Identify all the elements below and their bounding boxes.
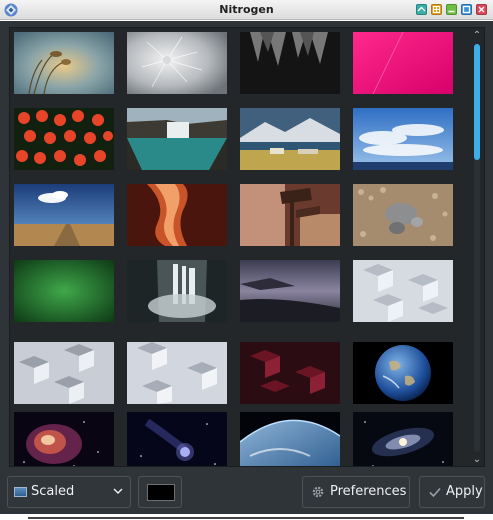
thumb-pink-fabric[interactable]	[353, 32, 453, 94]
thumb-white-cubes-1[interactable]	[353, 260, 453, 322]
thumb-earth-horizon[interactable]	[240, 412, 340, 466]
keep-above-icon	[433, 6, 440, 13]
thumb-waterfall-canyon[interactable]	[127, 108, 227, 170]
keep-above-button[interactable]	[431, 4, 442, 15]
bottom-toolbar: Scaled Preferences Apply	[0, 473, 493, 513]
thumb-white-cubes-2[interactable]	[14, 342, 114, 404]
main-panel: ⌃ ⌄ Scaled Preferences Apply	[0, 21, 493, 514]
shade-button[interactable]	[416, 4, 427, 15]
minimize-button[interactable]	[446, 4, 457, 15]
thumb-comet[interactable]	[127, 412, 227, 466]
maximize-button[interactable]	[461, 4, 472, 15]
scale-mode-label: Scaled	[31, 484, 75, 499]
thumb-dark-leaves[interactable]	[240, 32, 340, 94]
scale-mode-dropdown[interactable]: Scaled	[7, 476, 131, 508]
thumb-green-gradient[interactable]	[14, 260, 114, 322]
gear-icon	[312, 486, 324, 498]
color-swatch	[147, 484, 175, 501]
vertical-scrollbar[interactable]: ⌃ ⌄	[470, 30, 484, 466]
bottom-edge-line	[28, 517, 464, 519]
thumb-red-flowers[interactable]	[14, 108, 114, 170]
thumb-misty-waterfall[interactable]	[127, 260, 227, 322]
thumb-mountain-village[interactable]	[240, 108, 340, 170]
thumb-dusk-beach[interactable]	[240, 260, 340, 322]
thumb-wooden-sign[interactable]	[240, 184, 340, 246]
wallpaper-grid: ⌃ ⌄	[9, 27, 485, 467]
thumb-pebbles[interactable]	[353, 184, 453, 246]
scaled-mode-icon	[14, 487, 27, 497]
scroll-thumb[interactable]	[474, 44, 480, 160]
background-color-button[interactable]	[138, 476, 182, 508]
maximize-icon	[462, 5, 471, 14]
apply-label: Apply	[446, 484, 483, 499]
thumb-red-cubes[interactable]	[240, 342, 340, 404]
scroll-down-icon[interactable]: ⌄	[470, 454, 484, 466]
close-button[interactable]	[476, 4, 487, 15]
thumb-desert-road-sky[interactable]	[14, 184, 114, 246]
preferences-button[interactable]: Preferences	[302, 476, 410, 508]
title-bar: Nitrogen	[0, 0, 493, 20]
thumb-galaxy[interactable]	[353, 412, 453, 466]
scroll-up-icon[interactable]: ⌃	[470, 30, 484, 42]
thumb-earth[interactable]	[353, 342, 453, 404]
shade-icon	[417, 6, 426, 12]
preferences-label: Preferences	[330, 484, 407, 499]
thumb-white-cubes-3[interactable]	[127, 342, 227, 404]
thumb-dandelion[interactable]	[127, 32, 227, 94]
thumb-blue-sky-clouds[interactable]	[353, 108, 453, 170]
thumb-antelope-canyon[interactable]	[127, 184, 227, 246]
checkmark-icon	[429, 487, 441, 498]
chevron-down-icon	[113, 488, 123, 494]
minimize-icon	[448, 10, 455, 13]
thumb-orion-nebula[interactable]	[14, 412, 114, 466]
thumb-grass-sunset[interactable]	[14, 32, 114, 94]
apply-button[interactable]: Apply	[419, 476, 485, 508]
close-icon	[478, 6, 485, 13]
